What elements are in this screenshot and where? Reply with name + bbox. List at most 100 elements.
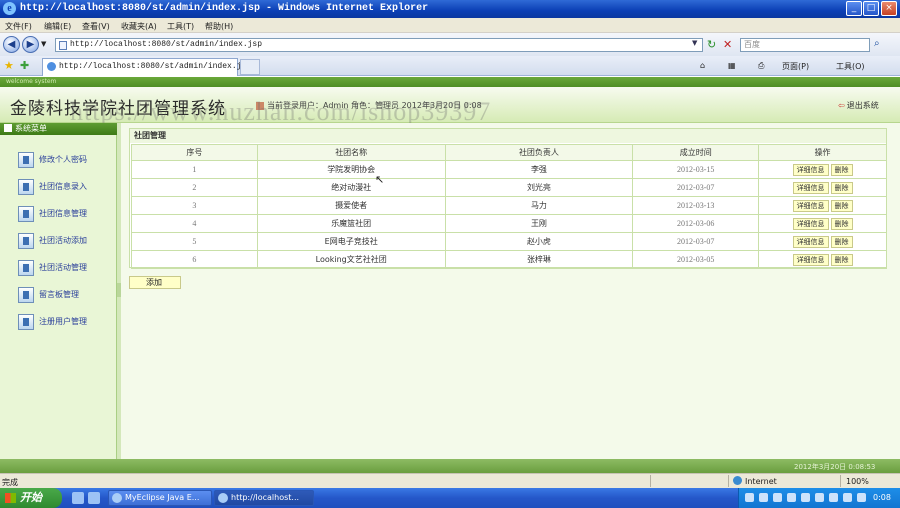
status-bar: 完成 Internet 100% — [0, 473, 900, 488]
tools-menu[interactable]: 工具(O) — [836, 61, 865, 72]
sidebar-title: 系统菜单 — [0, 123, 117, 135]
tab-current[interactable]: http://localhost:8080/st/admin/index.jsp — [42, 58, 251, 76]
taskbar-item-myeclipse[interactable]: MyEclipse Java E... — [108, 490, 212, 506]
sidebar-item-activity-manage[interactable]: 社团活动管理 — [18, 259, 113, 277]
system-tray: 0:08 — [738, 488, 900, 508]
new-tab-button[interactable] — [240, 59, 260, 75]
detail-button[interactable]: 详细信息 — [792, 163, 829, 176]
page-menu[interactable]: 页面(P) — [782, 61, 809, 72]
sidebar-item-activity-add[interactable]: 社团活动添加 — [18, 232, 113, 250]
security-zone: Internet — [733, 476, 777, 486]
window-titlebar: e http://localhost:8080/st/admin/index.j… — [0, 0, 900, 18]
tray-network-icon[interactable] — [759, 493, 768, 502]
main-content: 社团管理 序号 社团名称 社团负责人 成立时间 操作 1 学院发明协会 李强 2… — [121, 123, 900, 459]
col-header-name: 社团名称 — [256, 144, 446, 161]
form-icon — [18, 314, 34, 330]
cell-no: 1 — [131, 160, 258, 179]
home-icon[interactable]: ⌂ — [700, 61, 705, 70]
sidebar-item-label: 社团活动管理 — [39, 263, 87, 272]
table-row: 3 摄爱使者 马力 2012-03-13 详细信息 删除 — [131, 196, 887, 215]
delete-button[interactable]: 删除 — [830, 235, 853, 248]
menu-help[interactable]: 帮助(H) — [205, 21, 233, 32]
history-dropdown-icon[interactable]: ▼ — [41, 40, 46, 48]
sidebar-item-club-entry[interactable]: 社团信息录入 — [18, 178, 113, 196]
address-field[interactable]: http://localhost:8080/st/admin/index.jsp — [55, 38, 703, 52]
status-divider — [650, 475, 651, 487]
print-icon[interactable]: ⎙ — [758, 61, 764, 71]
tray-app-icon[interactable] — [843, 493, 852, 502]
menu-bar: 文件(F) 编辑(E) 查看(V) 收藏夹(A) 工具(T) 帮助(H) — [0, 18, 900, 33]
feeds-icon[interactable]: ▦ — [728, 61, 736, 70]
taskbar-item-ie[interactable]: http://localhost... — [214, 490, 314, 506]
window-title: http://localhost:8080/st/admin/index.jsp… — [20, 3, 429, 14]
delete-button[interactable]: 删除 — [830, 217, 853, 230]
start-label: 开始 — [20, 491, 42, 504]
detail-button[interactable]: 详细信息 — [792, 217, 829, 230]
col-header-actions: 操作 — [758, 144, 887, 161]
table-header-row: 序号 社团名称 社团负责人 成立时间 操作 — [131, 144, 887, 161]
address-url: http://localhost:8080/st/admin/index.jsp — [70, 40, 263, 49]
cell-name: 绝对动漫社 — [256, 178, 446, 197]
search-input[interactable]: 百度 — [740, 38, 870, 52]
delete-button[interactable]: 删除 — [830, 181, 853, 194]
web-page: welcome system 金陵科技学院社团管理系统 当前登录用户：Admin… — [0, 77, 900, 473]
search-icon[interactable]: ⌕ — [874, 38, 880, 49]
tray-app-icon[interactable] — [829, 493, 838, 502]
favorites-star-icon[interactable]: ★ — [4, 59, 14, 72]
form-icon — [18, 260, 34, 276]
menu-view[interactable]: 查看(V) — [82, 21, 110, 32]
minimize-button[interactable]: _ — [846, 1, 862, 16]
table-row: 5 E网电子竞技社 赵小虎 2012-03-07 详细信息 删除 — [131, 232, 887, 251]
sidebar-item-club-manage[interactable]: 社团信息管理 — [18, 205, 113, 223]
refresh-icon[interactable]: ↻ — [707, 38, 716, 51]
ie-quicklaunch-icon[interactable] — [88, 492, 100, 504]
maximize-button[interactable]: □ — [863, 1, 879, 16]
sidebar-item-label: 修改个人密码 — [39, 155, 87, 164]
zoom-level[interactable]: 100% — [846, 477, 869, 486]
tray-app-icon[interactable] — [857, 493, 866, 502]
detail-button[interactable]: 详细信息 — [792, 253, 829, 266]
stop-icon[interactable]: ✕ — [723, 38, 732, 51]
start-button[interactable]: 开始 — [0, 488, 62, 508]
cell-actions: 详细信息 删除 — [758, 196, 887, 215]
detail-button[interactable]: 详细信息 — [792, 181, 829, 194]
sidebar-item-guestbook[interactable]: 留言板管理 — [18, 286, 113, 304]
delete-button[interactable]: 删除 — [830, 253, 853, 266]
tray-app-icon[interactable] — [815, 493, 824, 502]
tray-keyboard-icon[interactable] — [745, 493, 754, 502]
detail-button[interactable]: 详细信息 — [792, 199, 829, 212]
back-button[interactable]: ◀ — [3, 36, 20, 53]
tray-app-icon[interactable] — [801, 493, 810, 502]
zone-label: Internet — [745, 477, 777, 486]
add-button[interactable]: 添加 — [129, 276, 181, 289]
delete-button[interactable]: 删除 — [830, 199, 853, 212]
cell-leader: 赵小虎 — [444, 232, 634, 251]
footer-datetime: 2012年3月20日 0:08:53 — [794, 463, 876, 471]
forward-button[interactable]: ▶ — [22, 36, 39, 53]
cell-actions: 详细信息 删除 — [758, 250, 887, 269]
top-strip: welcome system — [0, 77, 900, 87]
close-button[interactable]: × — [881, 1, 897, 16]
show-desktop-icon[interactable] — [72, 492, 84, 504]
address-dropdown-icon[interactable]: ▼ — [692, 39, 702, 51]
tray-volume-icon[interactable] — [773, 493, 782, 502]
detail-button[interactable]: 详细信息 — [792, 235, 829, 248]
table-row: 2 绝对动漫社 刘光亮 2012-03-07 详细信息 删除 — [131, 178, 887, 197]
logout-icon: ⇦ — [838, 101, 845, 110]
cell-no: 5 — [131, 232, 258, 251]
logout-link[interactable]: ⇦ 退出系统 — [838, 100, 879, 111]
menu-file[interactable]: 文件(F) — [5, 21, 32, 32]
cell-name: 摄爱使者 — [256, 196, 446, 215]
sidebar-item-change-password[interactable]: 修改个人密码 — [18, 151, 113, 169]
logout-label: 退出系统 — [846, 101, 879, 110]
menu-favorites[interactable]: 收藏夹(A) — [121, 21, 157, 32]
form-icon — [18, 287, 34, 303]
menu-edit[interactable]: 编辑(E) — [44, 21, 71, 32]
sidebar-item-users[interactable]: 注册用户管理 — [18, 313, 113, 331]
menu-tools[interactable]: 工具(T) — [167, 21, 194, 32]
sidebar-item-label: 留言板管理 — [39, 290, 79, 299]
cell-date: 2012-03-13 — [632, 196, 760, 215]
add-favorites-icon[interactable]: ✚ — [20, 59, 29, 72]
tray-security-icon[interactable] — [787, 493, 796, 502]
delete-button[interactable]: 删除 — [830, 163, 853, 176]
